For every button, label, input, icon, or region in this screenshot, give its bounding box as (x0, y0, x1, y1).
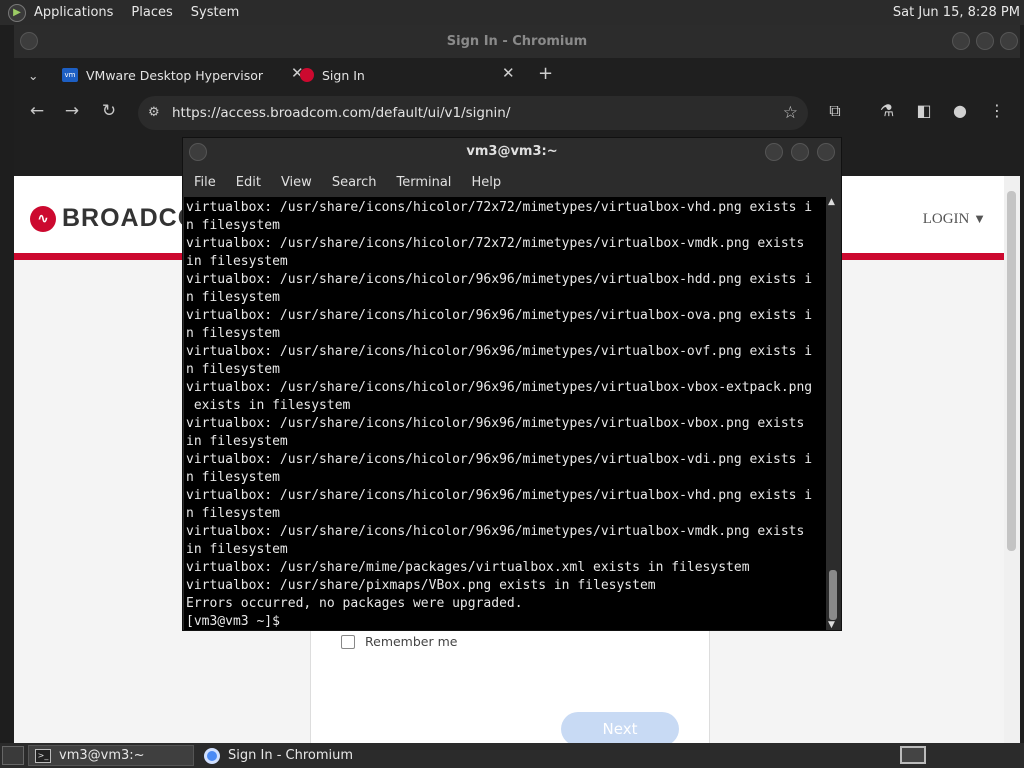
terminal-line: virtualbox: /usr/share/icons/hicolor/72x… (186, 236, 805, 251)
terminal-line: n filesystem (186, 326, 280, 341)
extensions-icon[interactable]: ⧉ (824, 101, 846, 121)
taskbar-terminal-label: vm3@vm3:~ (59, 748, 145, 763)
terminal-window: vm3@vm3:~ File Edit View Search Terminal… (182, 137, 842, 631)
next-button[interactable]: Next (561, 712, 679, 743)
more-menu-icon[interactable]: ⋮ (986, 101, 1008, 120)
scroll-down-arrow-icon[interactable]: ▼ (828, 620, 835, 630)
terminal-line: in filesystem (186, 542, 288, 557)
forward-icon[interactable]: → (60, 101, 84, 121)
terminal-menu-view[interactable]: View (281, 175, 312, 190)
tab-signin[interactable]: Sign In (300, 60, 365, 90)
top-panel: ▶ Applications Places System Sat Jun 15,… (0, 0, 1024, 25)
login-label: LOGIN (922, 211, 970, 227)
side-panel-icon[interactable]: ◧ (913, 101, 935, 120)
scroll-up-arrow-icon[interactable]: ▲ (828, 197, 835, 207)
remember-me-label: Remember me (365, 634, 458, 649)
terminal-line: exists in filesystem (186, 398, 351, 413)
address-url: https://access.broadcom.com/default/ui/v… (172, 105, 511, 121)
terminal-scrollbar-thumb[interactable] (829, 570, 837, 620)
broadcom-mark-icon: ∿ (30, 205, 56, 232)
terminal-line: virtualbox: /usr/share/icons/hicolor/96x… (186, 416, 805, 431)
terminal-line: virtualbox: /usr/share/icons/hicolor/96x… (186, 488, 813, 503)
terminal-line: in filesystem (186, 434, 288, 449)
terminal-line: n filesystem (186, 290, 280, 305)
terminal-menubar: File Edit View Search Terminal Help (183, 168, 841, 196)
terminal-line: virtualbox: /usr/share/icons/hicolor/96x… (186, 524, 805, 539)
terminal-menu-terminal[interactable]: Terminal (396, 175, 451, 190)
terminal-scrollbar[interactable]: ▲ ▼ (826, 197, 840, 630)
close-window-button[interactable] (1000, 32, 1018, 50)
terminal-maximize-button[interactable] (791, 143, 809, 161)
terminal-line: in filesystem (186, 254, 288, 269)
terminal-close-button[interactable] (817, 143, 835, 161)
labs-flask-icon[interactable]: ⚗ (876, 101, 898, 120)
terminal-menu-file[interactable]: File (194, 175, 216, 190)
terminal-output[interactable]: virtualbox: /usr/share/icons/hicolor/72x… (184, 197, 827, 630)
chromium-titlebar[interactable]: Sign In - Chromium (14, 25, 1020, 58)
panel-clock[interactable]: Sat Jun 15, 8:28 PM (893, 5, 1020, 20)
terminal-menu-search[interactable]: Search (332, 175, 377, 190)
terminal-title: vm3@vm3:~ (466, 144, 558, 159)
vmware-icon: vm (62, 68, 78, 82)
bottom-panel: >_ vm3@vm3:~ Sign In - Chromium (0, 743, 1024, 768)
menu-system[interactable]: System (191, 5, 239, 20)
tab-vmware[interactable]: vm VMware Desktop Hypervisor (62, 60, 272, 90)
taskbar-chromium[interactable]: Sign In - Chromium (198, 745, 353, 766)
brand-wordmark: BROADCO (62, 204, 199, 232)
dropdown-caret-icon: ▼ (973, 211, 986, 226)
terminal-line: virtualbox: /usr/share/icons/hicolor/72x… (186, 200, 813, 215)
menu-places[interactable]: Places (131, 5, 172, 20)
tab-signin-close-icon[interactable]: ✕ (502, 64, 515, 82)
minimize-button[interactable] (952, 32, 970, 50)
menu-applications[interactable]: Applications (34, 5, 113, 20)
terminal-window-menu-button[interactable] (189, 143, 207, 161)
maximize-button[interactable] (976, 32, 994, 50)
terminal-line: virtualbox: /usr/share/icons/hicolor/96x… (186, 380, 813, 395)
terminal-menu-edit[interactable]: Edit (236, 175, 261, 190)
login-dropdown[interactable]: LOGIN ▼ (923, 211, 986, 228)
tab-search-icon[interactable]: ⌄ (28, 60, 38, 90)
taskbar-chromium-label: Sign In - Chromium (228, 748, 354, 763)
terminal-line: virtualbox: /usr/share/icons/hicolor/96x… (186, 344, 813, 359)
terminal-line: n filesystem (186, 218, 280, 233)
terminal-icon: >_ (35, 748, 51, 763)
terminal-line: virtualbox: /usr/share/icons/hicolor/96x… (186, 272, 813, 287)
terminal-line: virtualbox: /usr/share/icons/hicolor/96x… (186, 308, 813, 323)
reload-icon[interactable]: ↻ (97, 101, 121, 121)
remember-me[interactable]: Remember me (341, 634, 457, 649)
workspace-switcher[interactable] (900, 746, 926, 764)
broadcom-icon (300, 68, 314, 82)
terminal-titlebar[interactable]: vm3@vm3:~ (183, 138, 841, 168)
terminal-line: Errors occurred, no packages were upgrad… (186, 596, 523, 611)
site-info-icon[interactable]: ⚙ (148, 96, 160, 130)
window-menu-button[interactable] (20, 32, 38, 50)
remember-me-checkbox[interactable] (341, 634, 355, 649)
terminal-line: n filesystem (186, 470, 280, 485)
terminal-line: n filesystem (186, 362, 280, 377)
terminal-line: [vm3@vm3 ~]$ (186, 614, 288, 629)
tab-signin-label: Sign In (322, 67, 365, 83)
chromium-window-title: Sign In - Chromium (446, 34, 588, 49)
terminal-line: virtualbox: /usr/share/icons/hicolor/96x… (186, 452, 813, 467)
terminal-line: virtualbox: /usr/share/pixmaps/VBox.png … (186, 578, 656, 593)
toolbar: ← → ↻ ⚙ https://access.broadcom.com/defa… (14, 91, 1020, 136)
page-scrollbar[interactable] (1004, 176, 1020, 743)
terminal-line: n filesystem (186, 506, 280, 521)
address-bar[interactable]: ⚙ https://access.broadcom.com/default/ui… (138, 96, 808, 130)
broadcom-logo[interactable]: ∿ BROADCO (30, 204, 198, 233)
tab-strip: ⌄ vm VMware Desktop Hypervisor ✕ Sign In… (14, 58, 1020, 91)
terminal-line: virtualbox: /usr/share/mime/packages/vir… (186, 560, 750, 575)
terminal-menu-help[interactable]: Help (471, 175, 501, 190)
tab-vmware-label: VMware Desktop Hypervisor (86, 67, 264, 83)
show-desktop-icon[interactable] (2, 746, 24, 765)
terminal-minimize-button[interactable] (765, 143, 783, 161)
bookmark-star-icon[interactable]: ☆ (783, 96, 798, 130)
chromium-icon (204, 747, 220, 764)
new-tab-icon[interactable]: + (538, 63, 553, 84)
page-scrollbar-thumb[interactable] (1007, 191, 1016, 551)
distro-logo-icon[interactable]: ▶ (8, 3, 26, 22)
back-icon[interactable]: ← (25, 101, 49, 121)
taskbar-terminal[interactable]: >_ vm3@vm3:~ (28, 745, 194, 766)
profile-icon[interactable]: ● (949, 101, 971, 120)
